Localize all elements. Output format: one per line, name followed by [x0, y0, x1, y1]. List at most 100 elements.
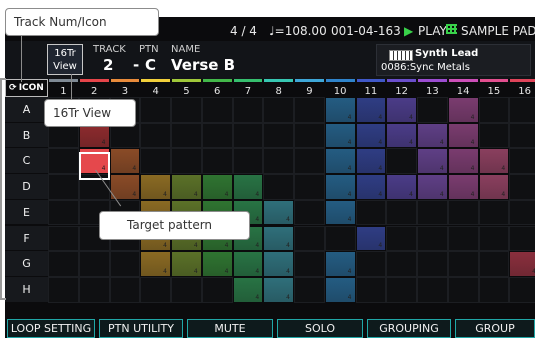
- view-16tr-button[interactable]: 16Tr View: [47, 44, 83, 75]
- pattern-cell[interactable]: [386, 97, 417, 123]
- pattern-cell[interactable]: [324, 97, 356, 123]
- pattern-cell[interactable]: [140, 276, 171, 303]
- pattern-row-header[interactable]: B: [5, 122, 48, 149]
- loop-setting-button[interactable]: LOOP SETTING: [7, 319, 95, 338]
- pattern-cell[interactable]: [171, 174, 202, 200]
- pattern-cell[interactable]: [417, 251, 448, 277]
- pattern-cell[interactable]: [447, 199, 479, 226]
- track-column-header[interactable]: 7: [233, 79, 263, 97]
- pattern-cell[interactable]: [171, 276, 202, 303]
- group-button[interactable]: GROUP: [455, 319, 535, 338]
- pattern-cell[interactable]: [417, 174, 448, 200]
- pattern-row-header[interactable]: A: [5, 97, 48, 123]
- track-column-header[interactable]: 8: [264, 79, 293, 97]
- pattern-cell[interactable]: [263, 148, 294, 175]
- pattern-cell[interactable]: [447, 251, 479, 277]
- pattern-cell[interactable]: [232, 97, 264, 123]
- pattern-cell[interactable]: [294, 276, 325, 303]
- pattern-cell[interactable]: [232, 148, 264, 175]
- pattern-cell[interactable]: [48, 148, 79, 175]
- tone-display[interactable]: Synth Lead 0086:Sync Metals: [376, 44, 531, 76]
- pattern-cell[interactable]: [48, 199, 79, 226]
- pattern-row-header[interactable]: E: [5, 199, 48, 226]
- pattern-cell[interactable]: [417, 148, 448, 175]
- pattern-cell[interactable]: [48, 276, 79, 303]
- pattern-cell[interactable]: [171, 251, 202, 277]
- pattern-cell[interactable]: [386, 276, 417, 303]
- pattern-cell[interactable]: [171, 148, 202, 175]
- pattern-cell[interactable]: [478, 148, 510, 175]
- pattern-cell[interactable]: [263, 251, 294, 277]
- pattern-cell[interactable]: [355, 199, 387, 226]
- pattern-cell[interactable]: [201, 122, 233, 149]
- track-value[interactable]: 2: [103, 56, 113, 74]
- pattern-cell[interactable]: [447, 225, 479, 252]
- pattern-cell[interactable]: [509, 276, 535, 303]
- track-column-header[interactable]: 6: [202, 79, 232, 97]
- pattern-row-header[interactable]: G: [5, 251, 48, 277]
- pattern-cell[interactable]: [509, 122, 535, 149]
- pattern-cell[interactable]: [171, 122, 202, 149]
- pattern-cell[interactable]: [263, 97, 294, 123]
- pattern-cell[interactable]: [355, 225, 387, 252]
- pattern-cell[interactable]: [355, 276, 387, 303]
- pattern-cell[interactable]: [294, 251, 325, 277]
- pattern-cell[interactable]: [355, 122, 387, 149]
- pattern-cell[interactable]: [478, 174, 510, 200]
- pattern-cell[interactable]: [294, 122, 325, 149]
- track-column-header[interactable]: 9: [295, 79, 324, 97]
- sample-pad-button[interactable]: SAMPLE PAD: [461, 24, 535, 38]
- pattern-cell[interactable]: [478, 122, 510, 149]
- pattern-cell[interactable]: [386, 199, 417, 226]
- pattern-cell[interactable]: [478, 97, 510, 123]
- pattern-cell[interactable]: [324, 122, 356, 149]
- track-column-header[interactable]: 4: [141, 79, 170, 97]
- ptn-utility-button[interactable]: PTN UTILITY: [99, 319, 183, 338]
- pattern-cell[interactable]: [232, 251, 264, 277]
- pattern-cell[interactable]: [201, 276, 233, 303]
- track-column-header[interactable]: 16: [510, 79, 535, 97]
- pattern-cell[interactable]: [263, 199, 294, 226]
- pattern-cell[interactable]: [294, 148, 325, 175]
- pattern-cell[interactable]: [324, 174, 356, 200]
- pattern-cell[interactable]: [140, 148, 171, 175]
- pattern-row-header[interactable]: C: [5, 148, 48, 175]
- solo-button[interactable]: SOLO: [277, 319, 363, 338]
- pattern-cell[interactable]: [417, 122, 448, 149]
- pattern-cell[interactable]: [201, 97, 233, 123]
- pattern-cell[interactable]: [263, 174, 294, 200]
- pattern-cell[interactable]: [478, 276, 510, 303]
- pattern-cell[interactable]: [478, 199, 510, 226]
- pattern-cell[interactable]: [109, 251, 141, 277]
- pattern-cell[interactable]: [263, 225, 294, 252]
- pattern-cell[interactable]: [386, 148, 417, 175]
- pattern-cell[interactable]: [171, 97, 202, 123]
- pattern-cell[interactable]: [509, 148, 535, 175]
- pattern-cell[interactable]: [140, 174, 171, 200]
- pattern-cell[interactable]: [386, 174, 417, 200]
- track-column-header[interactable]: 3: [110, 79, 140, 97]
- pattern-cell[interactable]: [232, 174, 264, 200]
- pattern-row-header[interactable]: D: [5, 174, 48, 200]
- pattern-cell[interactable]: [294, 174, 325, 200]
- pattern-row-header[interactable]: H: [5, 276, 48, 303]
- pattern-cell[interactable]: [386, 251, 417, 277]
- pattern-cell[interactable]: [201, 148, 233, 175]
- track-column-header[interactable]: 1: [49, 79, 78, 97]
- pattern-cell[interactable]: [140, 97, 171, 123]
- pattern-cell[interactable]: [417, 225, 448, 252]
- pattern-cell[interactable]: [386, 225, 417, 252]
- track-column-header[interactable]: 11: [356, 79, 386, 97]
- pattern-cell[interactable]: [355, 174, 387, 200]
- pattern-cell[interactable]: [509, 97, 535, 123]
- pattern-cell[interactable]: [232, 276, 264, 303]
- pattern-cell[interactable]: [509, 251, 535, 277]
- pattern-cell[interactable]: [78, 251, 110, 277]
- track-column-header[interactable]: 15: [479, 79, 509, 97]
- pattern-cell[interactable]: [447, 148, 479, 175]
- pattern-name[interactable]: Verse B: [171, 56, 235, 74]
- pattern-cell[interactable]: [417, 97, 448, 123]
- pattern-cell[interactable]: [447, 276, 479, 303]
- pattern-cell[interactable]: [509, 199, 535, 226]
- pattern-cell[interactable]: [324, 225, 356, 252]
